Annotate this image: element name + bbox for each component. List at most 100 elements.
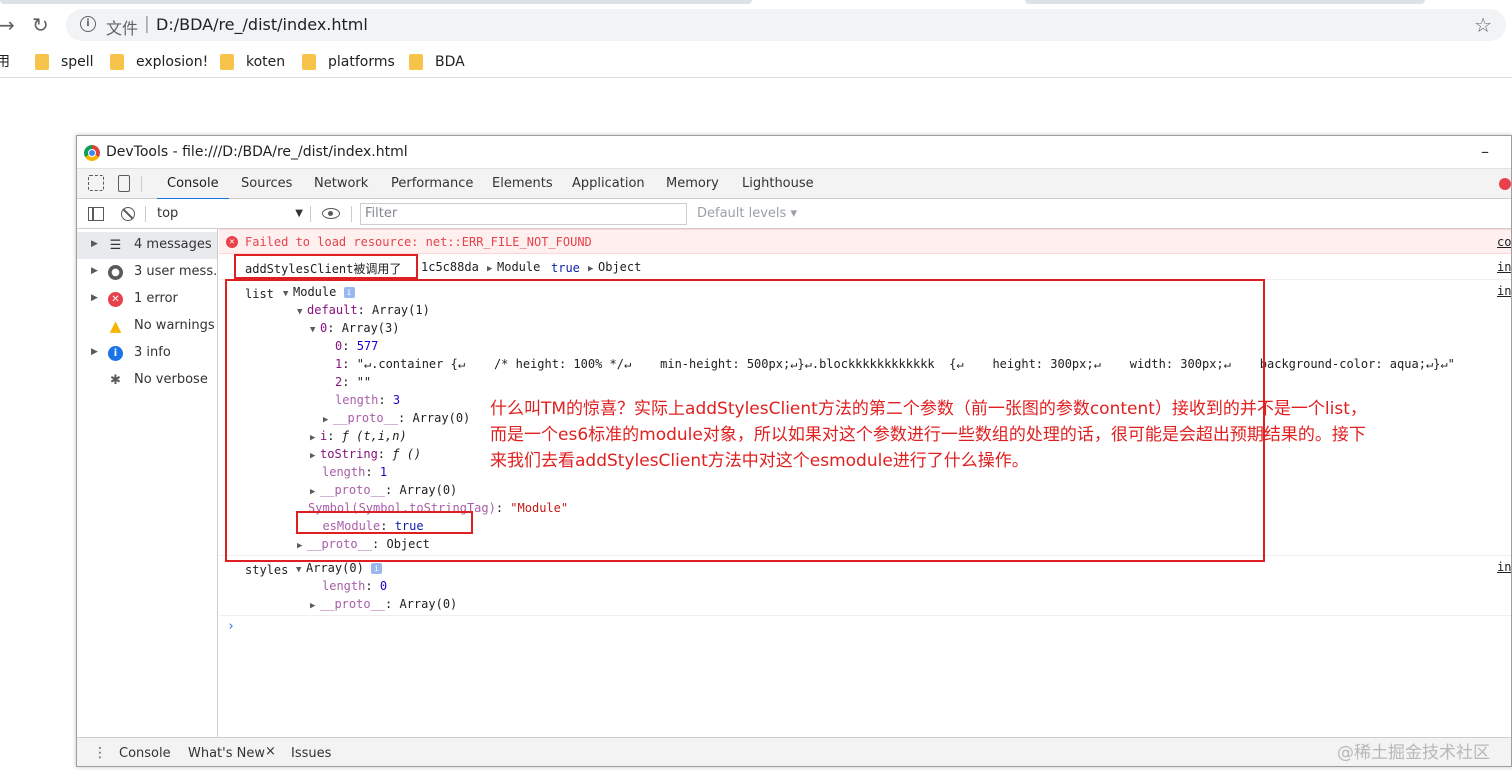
address-url[interactable]: D:/BDA/re_/dist/index.html [156,15,368,34]
error-text: Failed to load resource: net::ERR_FILE_N… [245,235,592,249]
devtools-title: DevTools - file:///D:/BDA/re_/dist/index… [106,144,408,160]
live-expression-eye-icon[interactable] [322,208,340,219]
context-select[interactable]: top ▼ [153,205,303,223]
expand-arrow-icon[interactable]: ▶ [588,264,598,274]
default-levels-dropdown[interactable]: Default levels ▾ [697,206,797,221]
divider [351,206,352,222]
expand-arrow-icon[interactable]: ▶ [91,293,98,303]
tab-performance[interactable]: Performance [389,169,475,199]
sidebar-toggle-icon[interactable] [88,207,104,221]
divider [141,176,142,192]
info-icon[interactable]: i [80,16,96,32]
sidebar-item-errors[interactable]: ▶ ✕ 1 error [77,286,217,313]
object-label: Object [598,260,642,274]
address-prefix: 文件 [106,19,139,38]
tab-edge [1025,0,1425,4]
clear-console-icon[interactable] [121,207,135,221]
address-separator: | [144,14,150,34]
folder-icon [110,54,124,70]
error-count-badge[interactable] [1499,178,1511,190]
tab-console[interactable]: Console [157,169,229,200]
tab-application[interactable]: Application [570,169,647,199]
expand-arrow-icon[interactable]: ▶ [91,347,98,357]
annotation-line: 来我们去看addStylesClient方法中对这个esmodule进行了什么操… [490,451,1029,471]
source-link[interactable]: ind [1497,284,1511,298]
bookmark-label: platforms [328,54,395,70]
error-icon: ✕ [226,236,238,248]
value: 0 [379,579,388,593]
styles-label: styles [245,563,289,577]
bookmark-partial[interactable]: 用 [0,52,10,72]
log-hash: 1c5c88da [421,260,479,274]
log-module-object[interactable]: ▶ Module [487,260,540,274]
tab-lighthouse[interactable]: Lighthouse [740,169,816,199]
sidebar-item-user-messages[interactable]: ▶ ● 3 user mess... [77,259,217,286]
key: __proto__ [320,597,386,611]
console-sidebar: ▶ ☰ 4 messages ▶ ● 3 user mess... ▶ ✕ 1 … [77,229,218,737]
info-icon: i [371,563,383,574]
chevron-down-icon: ▼ [295,208,303,219]
expand-arrow-icon[interactable]: ▶ [91,239,98,249]
drawer-tabbar: ⋮ Console What's New × Issues [77,737,1511,766]
devtools-titlebar: DevTools - file:///D:/BDA/re_/dist/index… [77,136,1511,169]
error-message-row: ✕ Failed to load resource: net::ERR_FILE… [219,229,1511,254]
tab-edge [0,0,752,4]
browser-toolbar: → ↻ i 文件 | D:/BDA/re_/dist/index.html ☆ [0,6,1512,44]
tab-elements[interactable]: Elements [490,169,555,199]
close-icon[interactable]: × [265,744,276,759]
sidebar-item-verbose[interactable]: ✱ No verbose [77,367,217,394]
source-link[interactable]: ind [1497,560,1511,574]
chrome-logo-icon [84,145,100,161]
sidebar-item-info[interactable]: ▶ i 3 info [77,340,217,367]
drawer-tab-console[interactable]: Console [119,746,171,761]
devtools-tabbar: Console Sources Network Performance Elem… [77,169,1511,200]
bookmark-koten[interactable]: koten [220,52,285,72]
value: Array(0) [306,561,364,575]
tab-sources[interactable]: Sources [239,169,294,199]
expand-arrow-icon[interactable]: ▶ [487,264,497,274]
warning-icon: ▲ [109,317,122,335]
error-icon: ✕ [108,292,123,307]
reload-icon[interactable]: ↻ [32,14,49,36]
tab-network[interactable]: Network [312,169,370,199]
sidebar-item-label: 3 info [134,345,171,360]
highlight-box-addstylesclient [234,254,418,279]
tab-memory[interactable]: Memory [664,169,721,199]
folder-icon [409,54,423,70]
minimize-button[interactable]: – [1481,142,1489,161]
more-menu-icon[interactable]: ⋮ [93,744,107,762]
folder-icon [220,54,234,70]
styles-array[interactable]: ▼ Array(0) i [296,561,383,575]
log-object[interactable]: ▶ Object [588,260,641,274]
tree-proto-array-3[interactable]: ▶ __proto__: Array(0) [310,597,457,611]
context-value: top [157,206,179,221]
bookmarks-bar: 用 spell explosion! koten platforms BDA [0,46,1512,78]
folder-icon [35,54,49,70]
sidebar-item-messages[interactable]: ▶ ☰ 4 messages [77,232,217,259]
drawer-tab-issues[interactable]: Issues [291,746,331,761]
forward-icon[interactable]: → [0,14,15,36]
list-icon: ☰ [109,238,122,253]
value: Array(0) [399,597,458,611]
bookmark-spell[interactable]: spell [35,52,94,72]
source-link[interactable]: ind [1497,260,1511,274]
console-prompt-icon[interactable]: › [227,619,235,634]
expand-arrow-icon[interactable]: ▶ [91,266,98,276]
divider [310,206,311,222]
bookmark-explosion[interactable]: explosion! [110,52,208,72]
filter-input[interactable]: Filter [360,203,687,225]
divider [145,206,146,222]
collapse-arrow-icon[interactable]: ▼ [296,565,306,575]
user-icon: ● [108,265,123,280]
address-bar[interactable]: i 文件 | D:/BDA/re_/dist/index.html ☆ [66,9,1506,41]
drawer-tab-whats-new[interactable]: What's New [188,746,265,761]
device-toolbar-icon[interactable] [118,175,130,192]
expand-arrow-icon[interactable]: ▶ [310,601,320,611]
sidebar-item-warnings[interactable]: ▲ No warnings [77,313,217,340]
watermark: @稀土掘金技术社区 [1337,743,1490,763]
bookmark-platforms[interactable]: platforms [302,52,395,72]
inspect-element-icon[interactable] [88,175,104,191]
source-link[interactable]: cor [1497,235,1511,249]
bookmark-star-icon[interactable]: ☆ [1474,13,1492,37]
bookmark-bda[interactable]: BDA [409,52,465,72]
